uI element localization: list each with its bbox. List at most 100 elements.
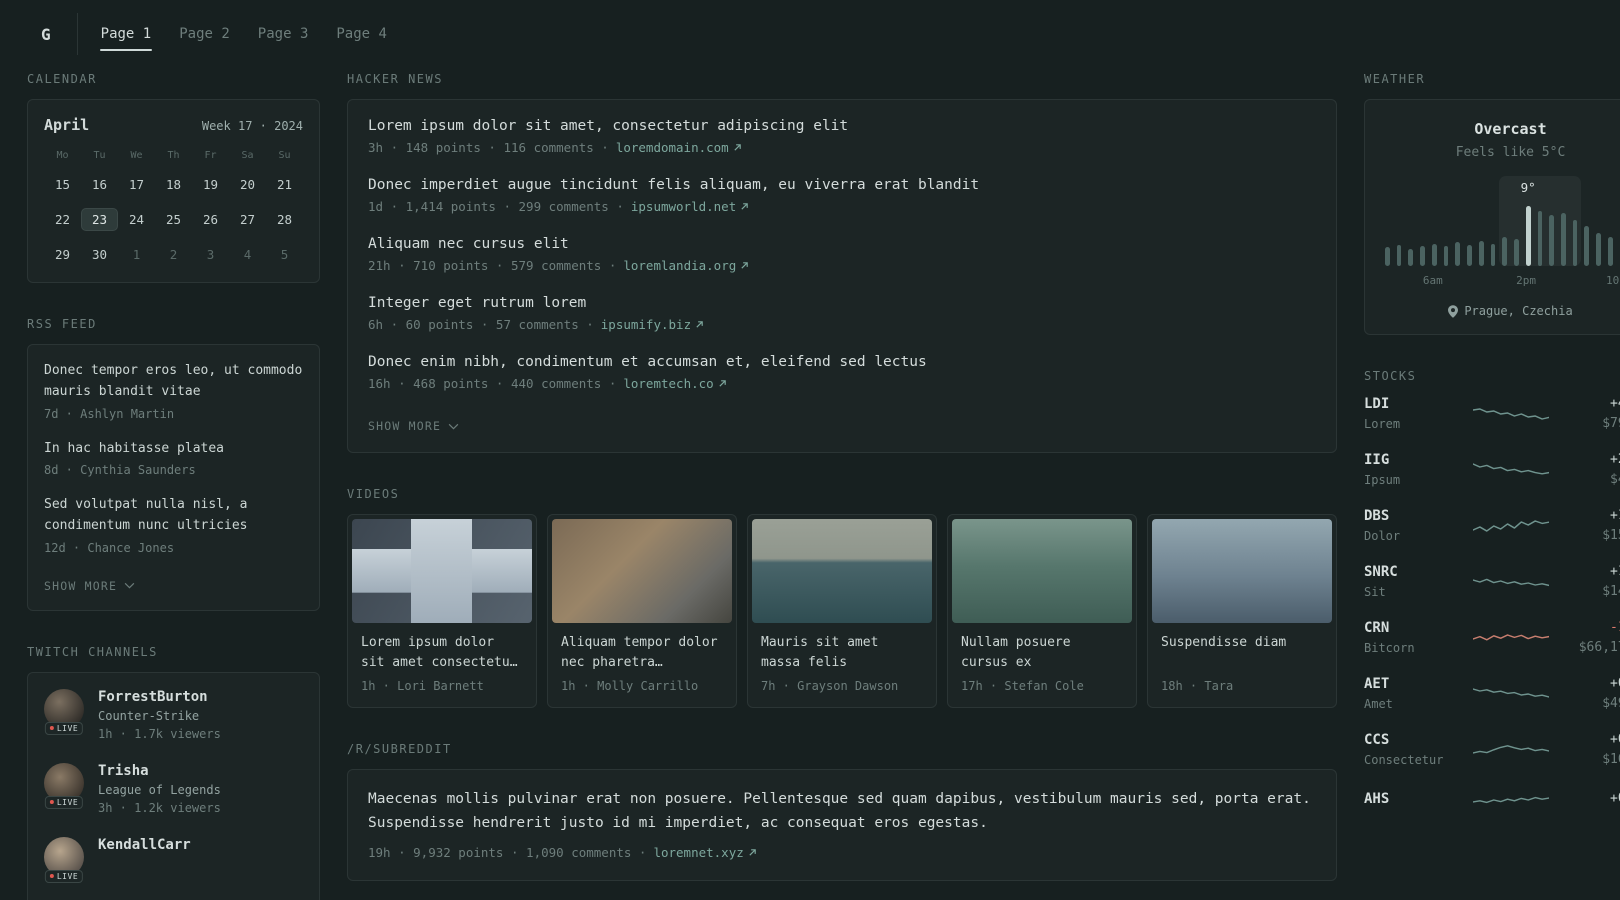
hackernews-item[interactable]: Aliquam nec cursus elit 21h · 710 points… (368, 236, 1316, 273)
calendar-day[interactable]: 4 (229, 243, 266, 266)
hackernews-item[interactable]: Donec imperdiet augue tincidunt felis al… (368, 177, 1316, 214)
calendar-day[interactable]: 27 (229, 208, 266, 231)
post-meta: 19h · 9,932 points · 1,090 comments · (368, 844, 647, 860)
stock-change: +1.42% (1610, 508, 1620, 523)
twitch-channel-list: LIVE ForrestBurton Counter-Strike 1h · 1… (44, 688, 303, 883)
hackernews-widget-title: HACKER NEWS (347, 72, 443, 86)
hn-item-domain-link[interactable]: ipsumworld.net (631, 199, 749, 214)
rss-item[interactable]: In hac habitasse platea 8d · Cynthia Sau… (44, 439, 303, 478)
stock-name: Ipsum (1364, 473, 1401, 487)
twitch-channel-row[interactable]: LIVE ForrestBurton Counter-Strike 1h · 1… (44, 688, 303, 741)
weather-time-axis: 6am 2pm 10pm (1381, 274, 1620, 290)
stock-row[interactable]: DBS Dolor +1.42% $156.28 (1364, 508, 1620, 543)
stock-price: $795.18 (1602, 416, 1620, 431)
weather-location-row[interactable]: Prague, Czechia (1381, 304, 1620, 318)
video-title: Suspendisse diam (1161, 635, 1287, 650)
stock-sparkline (1472, 796, 1549, 804)
weather-chart: 9° (1381, 176, 1620, 266)
live-badge: LIVE (44, 721, 84, 735)
stocks-list: LDI Lorem +4.35% $795.18 IIG Ipsum (1364, 396, 1620, 814)
video-card[interactable]: Suspendisse diam 18h · Tara (1147, 514, 1337, 708)
calendar-day[interactable]: 29 (44, 243, 81, 266)
calendar-day[interactable]: 2 (155, 243, 192, 266)
weather-bar (1396, 244, 1402, 266)
calendar-day[interactable]: 22 (44, 208, 81, 231)
stock-sparkline (1472, 462, 1549, 474)
calendar-day[interactable]: 5 (266, 243, 303, 266)
rss-show-more-button[interactable]: SHOW MORE (44, 579, 135, 593)
calendar-day[interactable]: 28 (266, 208, 303, 231)
video-card[interactable]: Aliquam tempor dolor nec pharetra… 1h · … (547, 514, 737, 708)
page-tab[interactable]: Page 3 (257, 17, 310, 51)
video-title: Lorem ipsum dolor sit amet consectetu… (361, 635, 518, 671)
video-card[interactable]: Lorem ipsum dolor sit amet consectetu… 1… (347, 514, 537, 708)
hackernews-item[interactable]: Integer eget rutrum lorem 6h · 60 points… (368, 295, 1316, 332)
stock-price: $148.64 (1602, 584, 1620, 599)
stock-symbol: SNRC (1364, 564, 1398, 580)
external-link-icon (719, 380, 726, 387)
page-tab[interactable]: Page 2 (178, 17, 231, 51)
rss-item-title: Sed volutpat nulla nisl, a condimentum n… (44, 497, 248, 534)
stock-row[interactable]: AHS +0.46% (1364, 788, 1620, 814)
twitch-channel-row[interactable]: LIVE KendallCarr (44, 836, 303, 883)
weather-bar (1443, 246, 1449, 266)
hackernews-item[interactable]: Donec enim nibh, condimentum et accumsan… (368, 354, 1316, 391)
page-tab[interactable]: Page 4 (335, 17, 388, 51)
video-card[interactable]: Nullam posuere cursus ex 17h · Stefan Co… (947, 514, 1137, 708)
calendar-day[interactable]: 15 (44, 173, 81, 196)
weather-bar (1572, 220, 1578, 266)
hackernews-item[interactable]: Lorem ipsum dolor sit amet, consectetur … (368, 118, 1316, 155)
subreddit-post[interactable]: Maecenas mollis pulvinar erat non posuer… (368, 788, 1316, 860)
calendar-dow-label: Fr (204, 150, 217, 161)
rss-item-meta: 7d · Ashlyn Martin (44, 406, 175, 421)
video-card[interactable]: Mauris sit amet massa felis 7h · Grayson… (747, 514, 937, 708)
stock-row[interactable]: SNRC Sit +1.36% $148.64 (1364, 564, 1620, 599)
rss-item[interactable]: Sed volutpat nulla nisl, a condimentum n… (44, 495, 303, 555)
stock-row[interactable]: IIG Ipsum +2.84% $42.04 (1364, 452, 1620, 487)
calendar-day[interactable]: 3 (192, 243, 229, 266)
rss-item[interactable]: Donec tempor eros leo, ut commodo mauris… (44, 361, 303, 421)
hn-item-domain-link[interactable]: loremlandia.org (623, 258, 749, 273)
rss-card: Donec tempor eros leo, ut commodo mauris… (27, 344, 320, 611)
stock-row[interactable]: CRN Bitcorn -1.00% $66,171.48 (1364, 620, 1620, 655)
app-logo[interactable]: G (27, 25, 77, 44)
weather-bar (1431, 243, 1437, 266)
external-link-icon (696, 321, 703, 328)
stock-row[interactable]: CCS Consectetur +0.51% $165.84 (1364, 732, 1620, 767)
stock-values: +1.42% $156.28 (1549, 508, 1620, 543)
calendar-day[interactable]: 18 (155, 173, 192, 196)
dashboard: CALENDAR April Week 17 · 2024 Mo Tu We Th Fr… (0, 68, 1620, 900)
hn-item-title: Lorem ipsum dolor sit amet, consectetur … (368, 118, 849, 134)
stock-name: Amet (1364, 697, 1393, 711)
hn-item-domain-link[interactable]: ipsumify.biz (601, 317, 704, 332)
channel-info: Trisha League of Legends 3h · 1.2k viewe… (98, 763, 221, 815)
stock-row[interactable]: LDI Lorem +4.35% $795.18 (1364, 396, 1620, 431)
hn-item-title: Donec enim nibh, condimentum et accumsan… (368, 354, 927, 370)
calendar-day[interactable]: 17 (118, 173, 155, 196)
calendar-day[interactable]: 25 (155, 208, 192, 231)
weather-bar (1525, 206, 1531, 266)
hn-item-domain-link[interactable]: loremdomain.com (616, 140, 742, 155)
post-domain-link[interactable]: loremnet.xyz (653, 845, 756, 860)
twitch-channel-row[interactable]: LIVE Trisha League of Legends 3h · 1.2k … (44, 762, 303, 815)
calendar-day[interactable]: 19 (192, 173, 229, 196)
calendar-day[interactable]: 21 (266, 173, 303, 196)
post-title: Maecenas mollis pulvinar erat non posuer… (368, 791, 1311, 831)
calendar-day[interactable]: 26 (192, 208, 229, 231)
stock-sparkline (1472, 519, 1549, 532)
calendar-day[interactable]: 1 (118, 243, 155, 266)
subreddit-card: Maecenas mollis pulvinar erat non posuer… (347, 769, 1337, 881)
calendar-day[interactable]: 20 (229, 173, 266, 196)
twitch-card: LIVE ForrestBurton Counter-Strike 1h · 1… (27, 671, 320, 900)
stocks-widget: STOCKS LDI Lorem +4.35% $795.18 (1364, 369, 1620, 814)
calendar-month: April (44, 116, 90, 134)
calendar-day[interactable]: 24 (118, 208, 155, 231)
calendar-day[interactable]: 16 (81, 173, 118, 196)
page-tab[interactable]: Page 1 (99, 17, 153, 51)
calendar-day[interactable]: 23 (81, 208, 118, 231)
domain-text: loremlandia.org (623, 258, 737, 273)
calendar-day[interactable]: 30 (81, 243, 118, 266)
hn-item-domain-link[interactable]: loremtech.co (623, 376, 726, 391)
hackernews-show-more-button[interactable]: SHOW MORE (368, 419, 459, 433)
stock-row[interactable]: AET Amet +0.92% $499.72 (1364, 676, 1620, 711)
